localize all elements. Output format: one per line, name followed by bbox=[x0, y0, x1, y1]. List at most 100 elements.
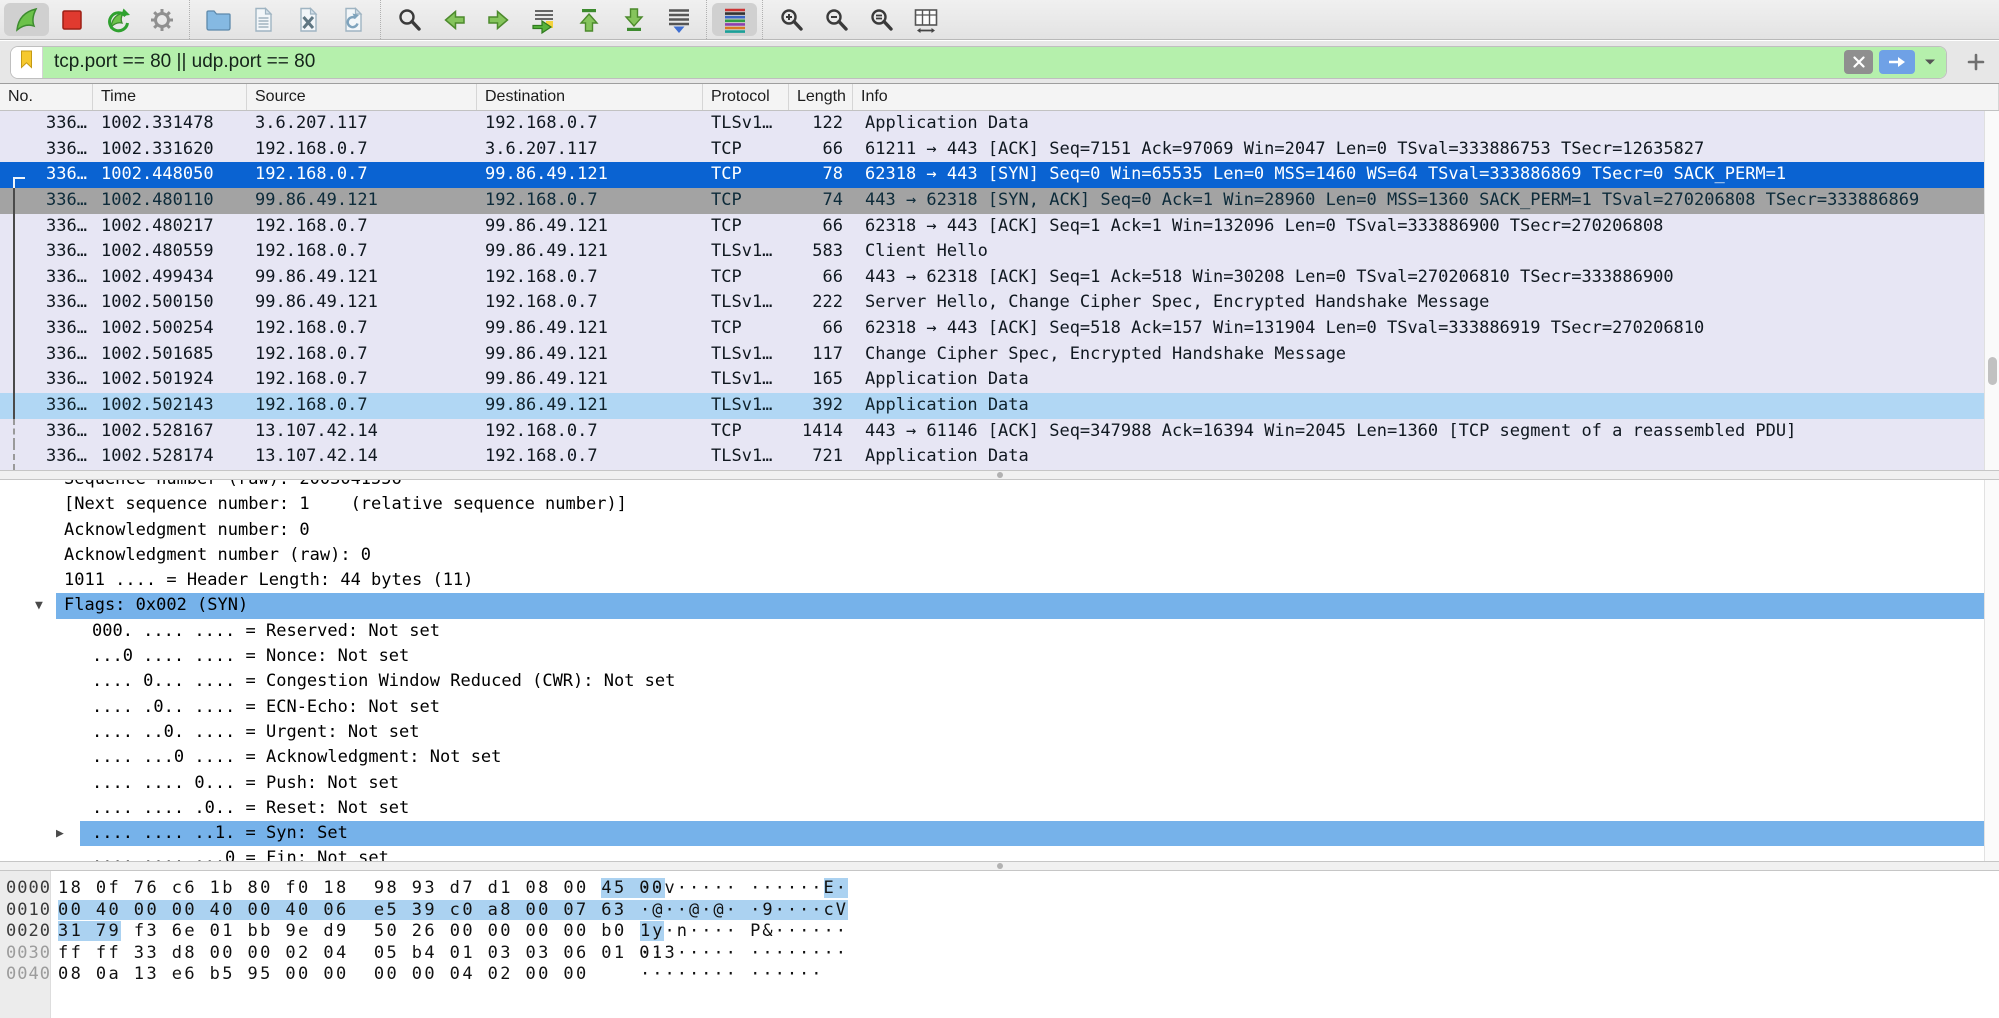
file-open-button[interactable] bbox=[195, 3, 240, 36]
hex-row[interactable]: 000018 0f 76 c6 1b 80 f0 18 98 93 d7 d1 … bbox=[0, 878, 1999, 900]
zoom-in-button[interactable] bbox=[768, 3, 813, 36]
detail-field[interactable]: .... 0... .... = Congestion Window Reduc… bbox=[0, 669, 1984, 694]
capture-stop-button[interactable] bbox=[49, 3, 94, 36]
detail-field[interactable]: ...0 .... .... = Nonce: Not set bbox=[0, 644, 1984, 669]
detail-field[interactable]: .... .... ...0 = Fin: Not set bbox=[0, 846, 1984, 861]
go-previous-button[interactable] bbox=[431, 3, 476, 36]
packet-row[interactable]: 336…1002.501924192.168.0.799.86.49.121TL… bbox=[0, 367, 1984, 393]
detail-field[interactable]: 1011 .... = Header Length: 44 bytes (11) bbox=[0, 568, 1984, 593]
detail-field-text: Sequence number (raw): 2003041556 bbox=[0, 480, 402, 492]
cell-info: 62318 → 443 [ACK] Seq=1 Ack=1 Win=132096… bbox=[853, 214, 1984, 240]
column-header-protocol[interactable]: Protocol bbox=[703, 84, 789, 110]
detail-field[interactable]: ▶ .... .... ..1. = Syn: Set bbox=[0, 821, 1984, 846]
hex-bytes: 00 40 00 00 40 00 40 06 e5 39 c0 a8 00 0… bbox=[58, 900, 664, 922]
cell-info: 443 → 62318 [ACK] Seq=1 Ack=518 Win=3020… bbox=[853, 265, 1984, 291]
column-header-destination[interactable]: Destination bbox=[477, 84, 703, 110]
column-header-length[interactable]: Length bbox=[789, 84, 853, 110]
go-next-button[interactable] bbox=[476, 3, 521, 36]
packet-list-scrollbar[interactable] bbox=[1984, 111, 1999, 470]
packet-row[interactable]: 336…1002.48011099.86.49.121192.168.0.7TC… bbox=[0, 188, 1984, 214]
expander-open-icon[interactable]: ▼ bbox=[35, 593, 43, 618]
cell-protocol: TLSv1… bbox=[703, 342, 789, 368]
pane-splitter-top[interactable] bbox=[0, 470, 1999, 480]
zoom-out-button[interactable] bbox=[813, 3, 858, 36]
detail-field[interactable]: 000. .... .... = Reserved: Not set bbox=[0, 619, 1984, 644]
add-filter-button[interactable] bbox=[1963, 49, 1989, 75]
packet-row[interactable]: 336…1002.52817413.107.42.14192.168.0.7TL… bbox=[0, 444, 1984, 470]
column-header-no[interactable]: No. bbox=[0, 84, 93, 110]
cell-source: 99.86.49.121 bbox=[247, 188, 477, 214]
expander-closed-icon[interactable]: ▶ bbox=[56, 821, 64, 846]
filter-dropdown-icon bbox=[1924, 58, 1936, 66]
colorize-button[interactable] bbox=[712, 3, 757, 36]
column-header-info[interactable]: Info bbox=[853, 84, 1999, 110]
filter-expression-text[interactable]: tcp.port == 80 || udp.port == 80 bbox=[43, 47, 1838, 78]
file-save-button[interactable] bbox=[240, 3, 285, 36]
hex-row[interactable]: 004008 0a 13 e6 b5 95 00 00 00 00 04 02 … bbox=[0, 964, 1999, 986]
find-packet-icon bbox=[395, 6, 423, 34]
detail-field[interactable]: Acknowledgment number: 0 bbox=[0, 518, 1984, 543]
detail-field[interactable]: Acknowledgment number (raw): 0 bbox=[0, 543, 1984, 568]
packet-row[interactable]: 336…1002.480217192.168.0.799.86.49.121TC… bbox=[0, 214, 1984, 240]
packet-row[interactable]: 336…1002.49943499.86.49.121192.168.0.7TC… bbox=[0, 265, 1984, 291]
detail-field-text: .... .... ..1. = Syn: Set bbox=[80, 821, 1984, 846]
detail-field[interactable]: .... .0.. .... = ECN-Echo: Not set bbox=[0, 695, 1984, 720]
packet-row[interactable]: 336…1002.331620192.168.0.73.6.207.117TCP… bbox=[0, 137, 1984, 163]
packet-row[interactable]: 336…1002.480559192.168.0.799.86.49.121TL… bbox=[0, 239, 1984, 265]
detail-field[interactable]: Sequence number (raw): 2003041556 bbox=[0, 480, 1984, 492]
file-open-icon bbox=[204, 6, 232, 34]
cell-protocol: TCP bbox=[703, 214, 789, 240]
detail-field[interactable]: .... ..0. .... = Urgent: Not set bbox=[0, 720, 1984, 745]
pane-splitter-bottom[interactable] bbox=[0, 861, 1999, 871]
zoom-original-button[interactable] bbox=[858, 3, 903, 36]
resize-columns-button[interactable] bbox=[903, 3, 948, 36]
filter-dropdown-button[interactable] bbox=[1924, 53, 1936, 71]
detail-field[interactable]: .... .... .0.. = Reset: Not set bbox=[0, 796, 1984, 821]
cell-source: 192.168.0.7 bbox=[247, 137, 477, 163]
capture-options-button[interactable] bbox=[139, 3, 184, 36]
hex-highlighted-segment: 1y bbox=[640, 921, 664, 941]
filter-bookmark-button[interactable] bbox=[11, 47, 43, 78]
apply-filter-button[interactable] bbox=[1879, 50, 1915, 74]
cell-length: 117 bbox=[789, 342, 853, 368]
detail-field-text: .... .... ...0 = Fin: Not set bbox=[0, 846, 389, 861]
scrollbar-thumb[interactable] bbox=[1988, 357, 1997, 385]
file-close-button[interactable] bbox=[285, 3, 330, 36]
go-last-button[interactable] bbox=[611, 3, 656, 36]
packet-row[interactable]: 336…1002.501685192.168.0.799.86.49.121TL… bbox=[0, 342, 1984, 368]
file-reload-button[interactable] bbox=[330, 3, 375, 36]
cell-time: 1002.499434 bbox=[93, 265, 247, 291]
column-header-time[interactable]: Time bbox=[93, 84, 247, 110]
packet-row[interactable]: 336…1002.500254192.168.0.799.86.49.121TC… bbox=[0, 316, 1984, 342]
hex-row[interactable]: 001000 40 00 00 40 00 40 06 e5 39 c0 a8 … bbox=[0, 900, 1999, 922]
find-packet-button[interactable] bbox=[386, 3, 431, 36]
cell-time: 1002.502143 bbox=[93, 393, 247, 419]
cell-no: 336… bbox=[0, 188, 93, 214]
clear-filter-button[interactable] bbox=[1844, 50, 1873, 74]
file-reload-icon bbox=[339, 6, 367, 34]
cell-time: 1002.528174 bbox=[93, 444, 247, 470]
packet-row[interactable]: 336…1002.3314783.6.207.117192.168.0.7TLS… bbox=[0, 111, 1984, 137]
packet-row[interactable]: 336…1002.50015099.86.49.121192.168.0.7TL… bbox=[0, 290, 1984, 316]
cell-no: 336… bbox=[0, 137, 93, 163]
packet-row[interactable]: 336…1002.448050192.168.0.799.86.49.121TC… bbox=[0, 162, 1984, 188]
hex-row[interactable]: 002031 79 f3 6e 01 bb 9e d9 50 26 00 00 … bbox=[0, 921, 1999, 943]
auto-scroll-button[interactable] bbox=[656, 3, 701, 36]
details-scrollbar-track[interactable] bbox=[1984, 480, 1999, 861]
capture-start-button[interactable] bbox=[4, 3, 49, 36]
go-to-packet-button[interactable] bbox=[521, 3, 566, 36]
column-header-source[interactable]: Source bbox=[247, 84, 477, 110]
packet-row[interactable]: 336…1002.52816713.107.42.14192.168.0.7TC… bbox=[0, 419, 1984, 445]
detail-field[interactable]: .... .... 0... = Push: Not set bbox=[0, 771, 1984, 796]
go-first-button[interactable] bbox=[566, 3, 611, 36]
detail-field[interactable]: ▼Flags: 0x002 (SYN) bbox=[0, 593, 1984, 618]
display-filter-input[interactable]: tcp.port == 80 || udp.port == 80 bbox=[10, 46, 1947, 79]
detail-field[interactable]: [Next sequence number: 1 (relative seque… bbox=[0, 492, 1984, 517]
cell-time: 1002.480559 bbox=[93, 239, 247, 265]
hex-highlighted-segment: ·@··@·@· ·9····cV bbox=[640, 900, 848, 920]
hex-row[interactable]: 0030ff ff 33 d8 00 00 02 04 05 b4 01 03 … bbox=[0, 943, 1999, 965]
cell-protocol: TLSv1… bbox=[703, 290, 789, 316]
capture-restart-button[interactable] bbox=[94, 3, 139, 36]
packet-row[interactable]: 336…1002.502143192.168.0.799.86.49.121TL… bbox=[0, 393, 1984, 419]
detail-field[interactable]: .... ...0 .... = Acknowledgment: Not set bbox=[0, 745, 1984, 770]
